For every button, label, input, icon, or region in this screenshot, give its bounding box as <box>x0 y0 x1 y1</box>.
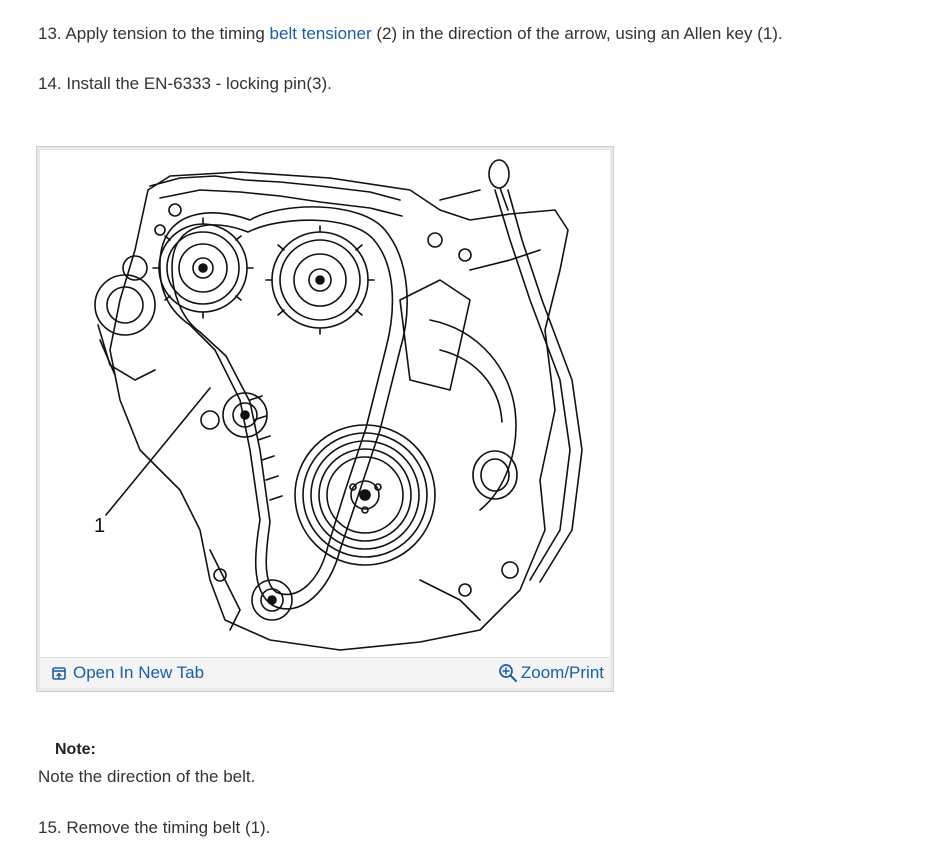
open-in-new-tab-icon <box>52 666 66 680</box>
figure-toolbar: Open In New Tab Zoom/Print <box>40 657 610 688</box>
engine-block-outline <box>109 171 569 651</box>
figure-inner: 1 Open In New Tab Zoom/Print <box>40 150 610 688</box>
zoom-print-label: Zoom/Print <box>520 663 604 682</box>
engine-diagram-figure: 1 Open In New Tab Zoom/Print <box>36 146 614 692</box>
open-in-new-tab-label: Open In New Tab <box>73 663 205 682</box>
top-rail-2 <box>159 189 403 217</box>
belt-tensioner-link[interactable]: belt tensioner <box>270 24 372 43</box>
step-13-text: 13. Apply tension to the timing belt ten… <box>38 23 783 45</box>
top-rail <box>149 175 401 201</box>
step-14-text: 14. Install the EN-6333 - locking pin(3)… <box>38 74 332 93</box>
callout-leader-line <box>105 387 211 516</box>
callout-label: 1 <box>94 515 105 537</box>
note-text: Note the direction of the belt. <box>38 767 256 786</box>
open-in-new-tab-button[interactable]: Open In New Tab <box>52 661 204 685</box>
step-15-text: 15. Remove the timing belt (1). <box>38 818 271 837</box>
zoom-in-icon <box>499 664 517 682</box>
note-heading: Note: <box>55 741 96 758</box>
step-13-prefix: 13. Apply tension to the timing <box>38 24 270 43</box>
timing-belt-diagram: 1 <box>40 150 610 658</box>
zoom-print-button[interactable]: Zoom/Print <box>498 661 604 685</box>
dipstick-handle <box>488 159 510 189</box>
step-13-suffix: (2) in the direction of the arrow, using… <box>371 24 783 43</box>
dipstick-tube <box>494 189 571 581</box>
